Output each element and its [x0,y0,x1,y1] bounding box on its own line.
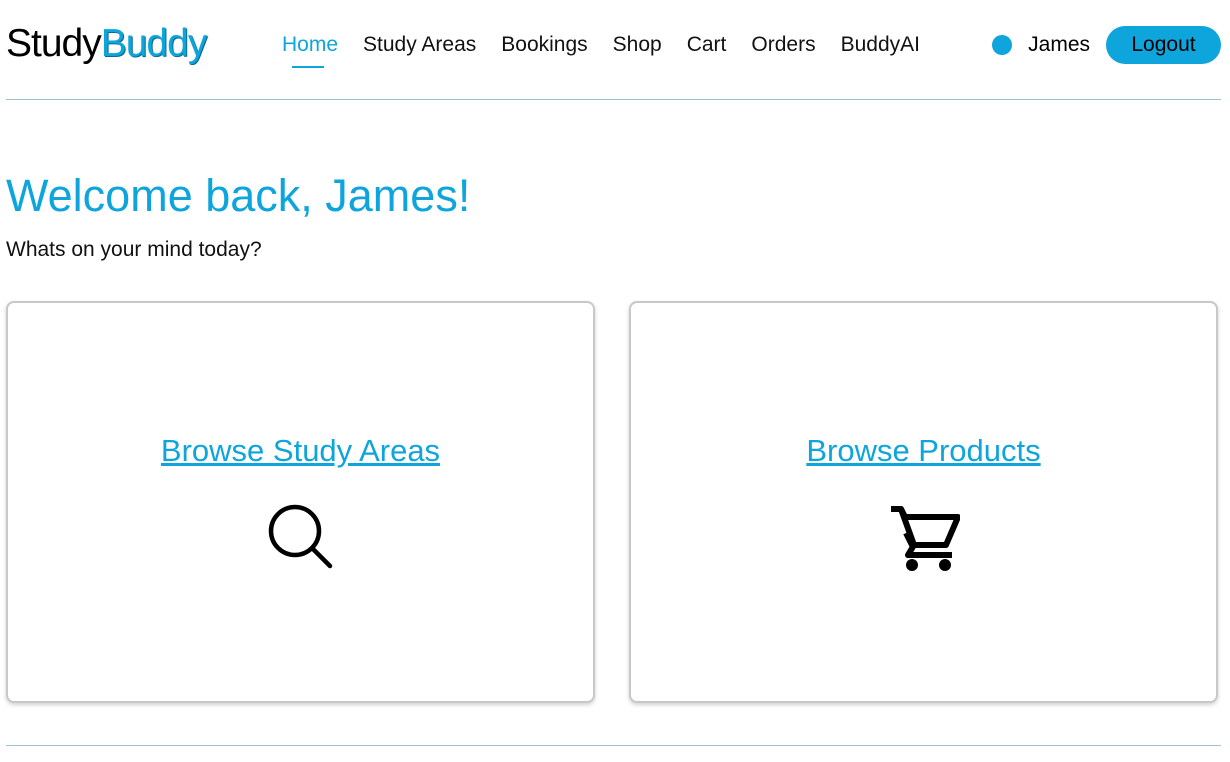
welcome-heading: Welcome back, James! [6,170,471,221]
nav-item-cart[interactable]: Cart [687,33,727,57]
logo[interactable]: StudyBuddy [6,20,208,68]
browse-study-areas-card[interactable]: Browse Study Areas [6,301,595,703]
user-area: James Logout [992,26,1221,64]
main-nav: Home Study Areas Bookings Shop Cart Orde… [282,30,945,68]
cart-icon [890,506,960,571]
nav-item-shop[interactable]: Shop [613,33,662,57]
nav-item-orders[interactable]: Orders [751,33,815,57]
browse-products-card[interactable]: Browse Products [629,301,1218,703]
nav-item-buddyai[interactable]: BuddyAI [841,33,920,57]
user-status-dot-icon [992,35,1013,55]
browse-products-link[interactable]: Browse Products [631,433,1216,469]
logout-button[interactable]: Logout [1106,26,1221,64]
search-icon [268,504,332,569]
user-name: James [1028,33,1090,56]
nav-item-study-areas[interactable]: Study Areas [363,33,476,57]
page: StudyBuddy Home Study Areas Bookings Sho… [0,0,1230,762]
nav-item-home[interactable]: Home [282,33,338,68]
logo-text-study: Study [6,22,102,65]
logo-text-buddy: Buddy [100,22,208,65]
browse-study-areas-link[interactable]: Browse Study Areas [8,433,593,469]
nav-item-bookings[interactable]: Bookings [501,33,587,57]
header: StudyBuddy Home Study Areas Bookings Sho… [6,0,1221,100]
welcome-subtitle: Whats on your mind today? [6,238,262,261]
footer-divider [6,745,1221,746]
